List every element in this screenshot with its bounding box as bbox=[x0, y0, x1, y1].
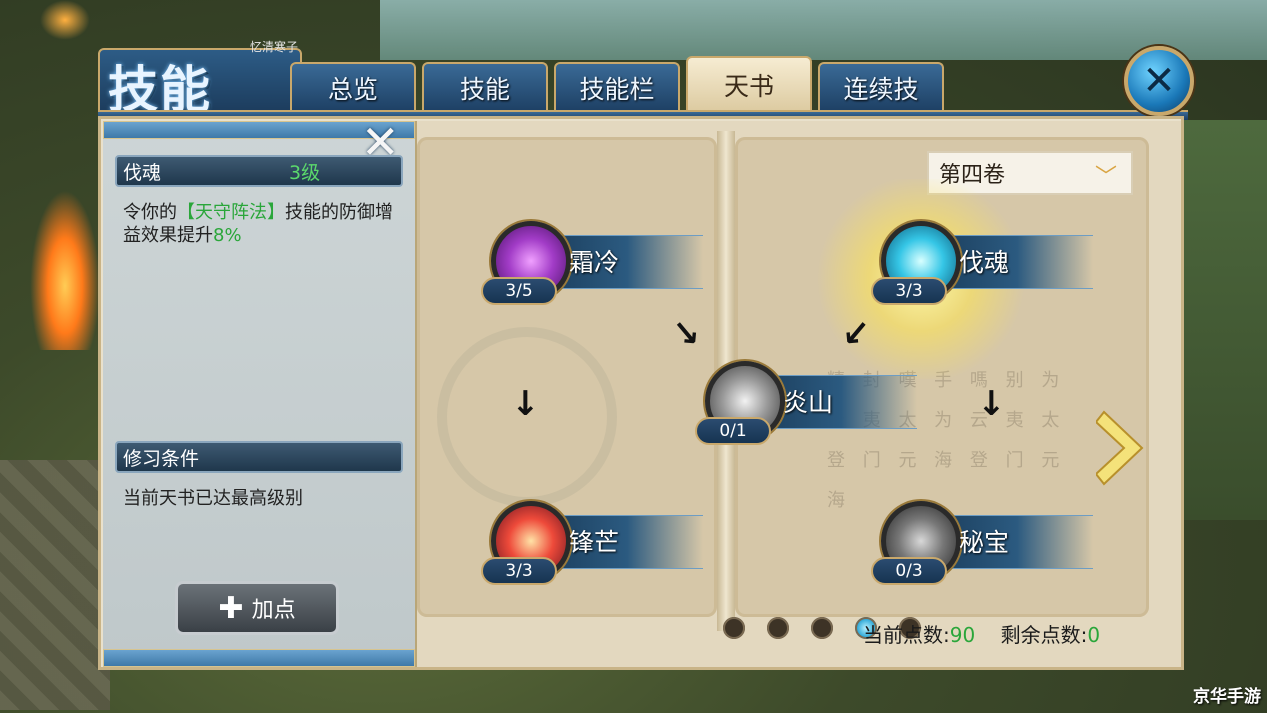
skill-node-name: 伐魂 bbox=[959, 248, 1010, 277]
skill-level: 3级 bbox=[289, 161, 321, 184]
add-point-button[interactable]: ✚ 加点 bbox=[175, 581, 339, 635]
background-brazier-fire bbox=[30, 190, 100, 350]
skill-node-name: 秘宝 bbox=[959, 528, 1010, 557]
tab-overview[interactable]: 总览 bbox=[290, 62, 416, 112]
skill-node-name: 炎山 bbox=[783, 388, 834, 417]
arrow-down-icon: ↓ bbox=[977, 384, 1006, 424]
skill-name: 伐魂 bbox=[123, 161, 162, 184]
tab-skill-bar[interactable]: 技能栏 bbox=[554, 62, 680, 112]
title-plate: 技能 bbox=[98, 48, 302, 119]
background-scenery-right bbox=[1177, 120, 1267, 520]
description-prefix: 令你的 bbox=[123, 202, 177, 223]
plus-icon: ✚ bbox=[218, 590, 244, 626]
tab-combo-skills[interactable]: 连续技 bbox=[818, 62, 944, 112]
player-name: 忆清寒子 bbox=[250, 40, 299, 54]
skill-node[interactable]: 炎山 0/1 bbox=[687, 357, 917, 453]
heavenly-book: 精 封 嘆 手 嗎 别 为 云 夷 太 为 云 夷 太 登 门 元 海 登 门 … bbox=[417, 121, 1181, 667]
skills-window: 技能 忆清寒子 总览 技能 技能栏 天书 连续技 ✕ ✕ 伐魂 3级 令你的【天… bbox=[98, 40, 1194, 670]
description-value: 8% bbox=[213, 225, 242, 246]
condition-text: 当前天书已达最高级别 bbox=[123, 488, 303, 509]
skill-node-count: 3/3 bbox=[871, 277, 947, 305]
points-summary: 当前点数:90 剩余点数:0 bbox=[863, 619, 1100, 648]
condition-header: 修习条件 bbox=[115, 441, 403, 473]
condition-header-label: 修习条件 bbox=[123, 447, 200, 470]
chevron-down-icon: ﹀ bbox=[1094, 165, 1117, 190]
chevron-right-icon bbox=[1094, 410, 1144, 486]
panel-bottom-bar bbox=[103, 649, 415, 667]
skill-node[interactable]: 霜冷 3/5 bbox=[473, 217, 703, 313]
skill-node[interactable]: 伐魂 3/3 bbox=[863, 217, 1093, 313]
skill-description: 令你的【天守阵法】技能的防御增益效果提升8% bbox=[123, 201, 403, 247]
close-icon: ✕ bbox=[1142, 58, 1176, 104]
watermark-logo: 京华手游 bbox=[1193, 687, 1261, 707]
next-page-button[interactable] bbox=[1094, 408, 1146, 488]
current-points-label: 当前点数: bbox=[863, 623, 950, 647]
remaining-points-label: 剩余点数: bbox=[1000, 623, 1088, 647]
skill-node-count: 3/5 bbox=[481, 277, 557, 305]
remaining-points-value: 0 bbox=[1087, 623, 1101, 647]
skill-node-count: 0/3 bbox=[871, 557, 947, 585]
background-stone-floor bbox=[0, 460, 110, 710]
content-frame: ✕ 伐魂 3级 令你的【天守阵法】技能的防御增益效果提升8% 修习条件 当前天书… bbox=[98, 116, 1184, 670]
arrow-down-icon: ↓ bbox=[511, 384, 540, 424]
skill-node[interactable]: 锋芒 3/3 bbox=[473, 497, 703, 593]
add-point-label: 加点 bbox=[251, 598, 296, 623]
page-dot[interactable] bbox=[723, 617, 745, 639]
skill-node-count: 0/1 bbox=[695, 417, 771, 445]
tab-skills[interactable]: 技能 bbox=[422, 62, 548, 112]
close-window-button[interactable]: ✕ bbox=[1124, 46, 1194, 116]
skill-name-header: 伐魂 3级 bbox=[115, 155, 403, 187]
skill-node-count: 3/3 bbox=[481, 557, 557, 585]
tab-bar: 总览 技能 技能栏 天书 连续技 bbox=[290, 56, 944, 114]
skill-node-name: 锋芒 bbox=[569, 528, 620, 557]
description-highlight: 【天守阵法】 bbox=[177, 202, 285, 223]
page-dot[interactable] bbox=[811, 617, 833, 639]
background-fire bbox=[40, 0, 90, 40]
skill-node[interactable]: 秘宝 0/3 bbox=[863, 497, 1093, 593]
tab-heavenly-book[interactable]: 天书 bbox=[686, 56, 812, 112]
page-dot[interactable] bbox=[767, 617, 789, 639]
skill-info-panel: ✕ 伐魂 3级 令你的【天守阵法】技能的防御增益效果提升8% 修习条件 当前天书… bbox=[103, 119, 418, 667]
skill-node-name: 霜冷 bbox=[569, 248, 620, 277]
current-points-value: 90 bbox=[949, 623, 976, 647]
